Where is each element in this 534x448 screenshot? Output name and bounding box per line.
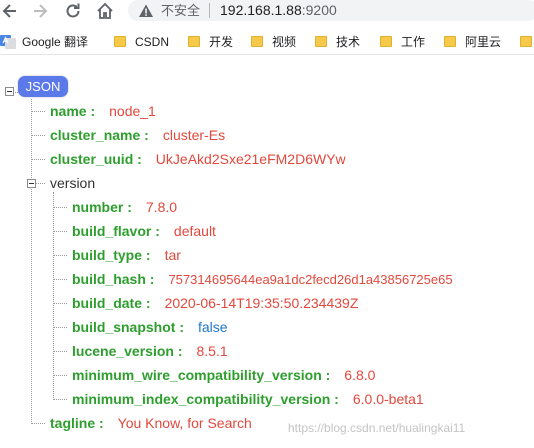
watermark: https://blog.csdn.net/hualingkai11 [288,421,466,435]
json-key: number : [72,199,132,215]
json-row-name: name : node_1 [50,101,156,121]
json-row-number: number : 7.8.0 [72,197,177,217]
tree-guide [31,159,45,160]
tree-guide [53,327,67,328]
folder-icon [315,36,327,47]
bookmark-tech[interactable]: 技术 [315,34,360,50]
json-row-min-wire-version: minimum_wire_compatibility_version : 6.8.… [72,365,375,385]
json-row-build-hash: build_hash : 757314695644ea9a1dc2fecd26d1… [72,269,453,289]
collapse-version-icon[interactable] [27,179,36,188]
json-key: minimum_wire_compatibility_version : [72,367,331,383]
forward-arrow-icon[interactable] [30,1,50,21]
home-icon[interactable] [95,1,115,21]
bookmark-label: 开发 [209,35,234,49]
reload-icon[interactable] [63,1,83,21]
url-port: :9200 [301,2,337,18]
json-row-cluster-name: cluster_name : cluster-Es [50,125,225,145]
json-value: default [173,223,216,239]
json-row-tagline: tagline : You Know, for Search [50,413,252,433]
address-divider [209,3,210,18]
json-key: build_snapshot : [72,319,184,335]
tree-guide [36,183,45,184]
tree-guide [53,255,67,256]
bookmark-label: Google 翻译 [22,35,89,49]
bookmark-label: 工作 [401,35,426,49]
bookmark-csdn[interactable]: CSDN [114,34,169,50]
tree-guide [53,375,67,376]
folder-icon [188,36,200,47]
json-value: 757314695644ea9a1dc2fecd26d1a43856725e65 [168,272,453,287]
google-translate-icon [0,35,16,49]
json-row-build-flavor: build_flavor : default [72,221,216,241]
tree-guide [53,399,67,400]
json-value: cluster-Es [162,127,226,143]
json-row-build-date: build_date : 2020-06-14T19:35:50.234439Z [72,293,358,313]
bookmark-video[interactable]: 视频 [251,34,296,50]
json-key: cluster_name : [50,127,149,143]
json-row-build-type: build_type : tar [72,245,181,265]
json-key: build_type : [72,247,151,263]
json-key: build_hash : [72,271,155,287]
tree-guide [53,207,67,208]
json-root-badge[interactable]: JSON [18,76,68,97]
bookmark-label: 阿里云 [465,35,502,49]
json-row-version[interactable]: version [50,173,95,193]
folder-icon [520,36,532,47]
json-value: 6.0.0-beta1 [352,391,424,407]
tree-guide [53,231,67,232]
json-value: 6.8.0 [344,367,376,383]
folder-icon [251,36,263,47]
json-row-min-index-version: minimum_index_compatibility_version : 6.0… [72,389,424,409]
bookmark-overflow[interactable] [520,34,534,50]
json-value: node_1 [109,103,156,119]
warning-triangle-icon[interactable] [138,3,154,19]
bookmark-label: 视频 [272,35,297,49]
json-key: version [50,175,96,191]
json-key: name : [50,103,96,119]
tree-guide [31,423,45,424]
json-value: false [198,319,228,335]
bookmark-google-translate[interactable]: Google 翻译 [0,34,88,50]
json-value: 2020-06-14T19:35:50.234439Z [164,295,359,311]
json-key: build_flavor : [72,223,160,239]
collapse-root-icon[interactable] [5,87,14,96]
json-key: tagline : [50,415,104,431]
tree-guide [53,192,54,400]
url-text[interactable]: 192.168.1.88:9200 [220,1,337,19]
bookmark-work[interactable]: 工作 [380,34,425,50]
tree-guide [53,279,67,280]
json-value: tar [164,247,181,263]
tree-guide [31,111,45,112]
security-label[interactable]: 不安全 [161,2,200,19]
browser-toolbar: 不安全 192.168.1.88:9200 [0,0,534,22]
folder-icon [380,36,392,47]
tree-guide [53,351,67,352]
folder-icon [114,36,126,47]
json-value: 7.8.0 [145,199,178,215]
json-value: UkJeAkd2Sxe21eFM2D6WYw [155,151,346,167]
json-value: 8.5.1 [196,343,228,359]
back-arrow-icon[interactable] [0,1,20,21]
bookmark-aliyun[interactable]: 阿里云 [444,34,501,50]
json-key: minimum_index_compatibility_version : [72,391,339,407]
json-row-build-snapshot: build_snapshot : false [72,317,228,337]
tree-guide [31,99,32,424]
bookmark-label: CSDN [135,35,170,49]
url-host: 192.168.1.88 [220,2,302,18]
json-row-cluster-uuid: cluster_uuid : UkJeAkd2Sxe21eFM2D6WYw [50,149,346,169]
json-key: build_date : [72,295,151,311]
bookmark-dev[interactable]: 开发 [188,34,233,50]
bookmarks-bar: Google 翻译 CSDN 开发 视频 技术 工作 阿里云 [0,29,534,55]
json-key: lucene_version : [72,343,183,359]
json-value: You Know, for Search [117,415,252,431]
json-row-lucene-version: lucene_version : 8.5.1 [72,341,228,361]
json-key: cluster_uuid : [50,151,142,167]
tree-guide [31,135,45,136]
tree-guide [53,303,67,304]
bookmark-label: 技术 [336,35,361,49]
folder-icon [444,36,456,47]
json-viewer: JSON name : node_1 cluster_name : cluster-… [0,56,534,448]
